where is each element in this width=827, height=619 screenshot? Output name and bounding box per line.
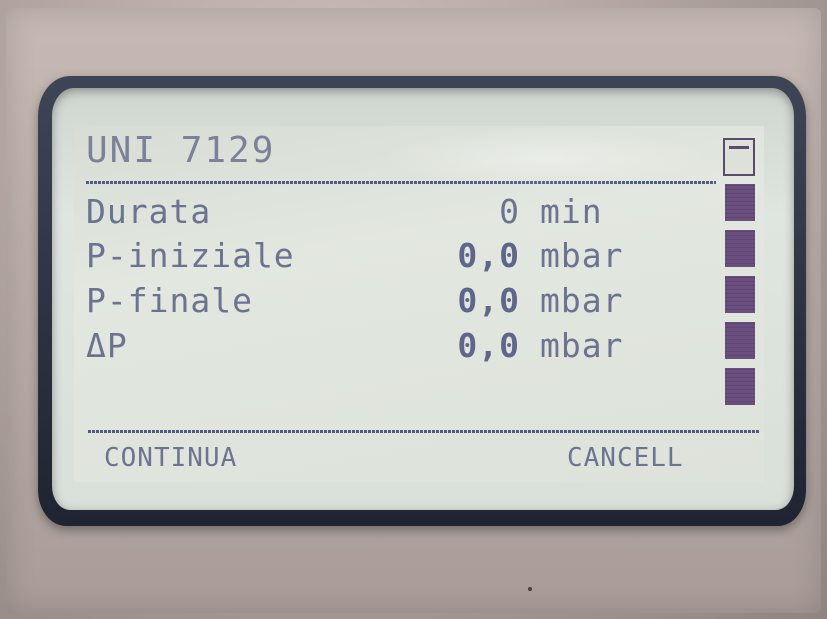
housing-dot [528, 587, 532, 591]
row-unit-durata: min [540, 192, 603, 231]
screen-title: UNI 7129 [86, 130, 276, 171]
scroll-block [725, 184, 755, 221]
scroll-block [725, 368, 755, 405]
row-unit-delta-p: mbar [540, 326, 624, 365]
row-value-p-iniziale: 0,0 [457, 236, 520, 275]
row-unit-p-finale: mbar [540, 281, 624, 320]
row-value-delta-p: 0,0 [457, 326, 520, 365]
row-label-durata: Durata [86, 192, 212, 231]
row-value-p-finale: 0,0 [457, 281, 520, 320]
row-unit-p-iniziale: mbar [540, 236, 624, 275]
scroll-thumb-icon [723, 138, 755, 176]
row-label-p-iniziale: P-iniziale [86, 236, 295, 275]
softkey-divider [88, 430, 760, 433]
continua-softkey[interactable]: CONTINUA [104, 443, 237, 473]
cancel-softkey[interactable]: CANCELL [567, 443, 684, 473]
row-value-durata: 0 [499, 192, 520, 231]
scroll-block [725, 276, 755, 313]
row-label-p-finale: P-finale [86, 281, 253, 320]
scroll-block [725, 230, 755, 267]
scroll-indicator [723, 138, 757, 413]
title-divider [86, 181, 716, 184]
row-label-delta-p: ΔP [86, 326, 128, 365]
scroll-block [725, 322, 755, 359]
